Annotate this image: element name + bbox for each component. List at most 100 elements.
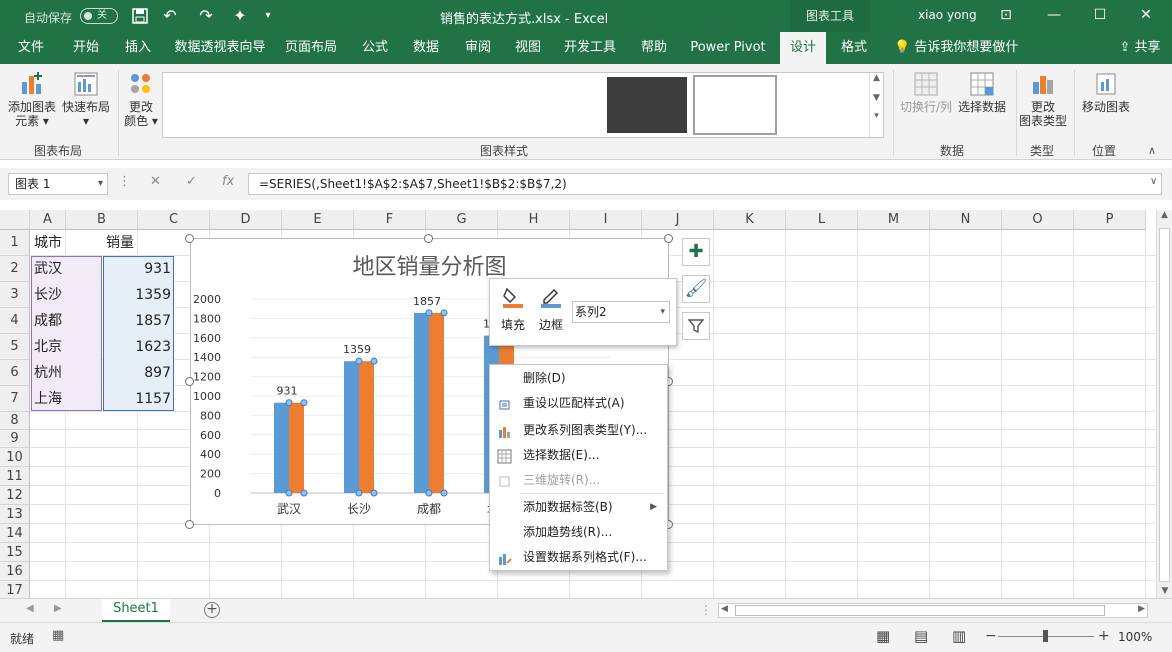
autosave-toggle[interactable]: 关 bbox=[80, 8, 118, 24]
cell-a4[interactable]: 成都 bbox=[31, 308, 102, 334]
insert-function-icon[interactable]: fx bbox=[222, 174, 234, 189]
row-header-16[interactable]: 16 bbox=[0, 562, 30, 581]
tab-data[interactable]: 数据 bbox=[404, 32, 448, 64]
column-header-f[interactable]: F bbox=[354, 210, 426, 230]
quick-layout-button[interactable]: 快速布局 ▾ bbox=[60, 70, 112, 128]
row-header-5[interactable]: 5 bbox=[0, 334, 30, 360]
page-break-view-icon[interactable]: ▥ bbox=[952, 627, 966, 645]
cell-a5[interactable]: 北京 bbox=[31, 334, 102, 360]
save-icon[interactable] bbox=[130, 6, 150, 26]
chart-style-thumb[interactable] bbox=[431, 77, 511, 133]
context-menu-item-delete[interactable]: 删除(D) bbox=[490, 366, 667, 391]
context-menu-item-reset-style[interactable]: 重设以匹配样式(A) bbox=[490, 391, 667, 416]
context-menu-item-select-data[interactable]: 选择数据(E)... bbox=[490, 443, 667, 468]
row-header-7[interactable]: 7 bbox=[0, 386, 30, 412]
zoom-slider-thumb[interactable] bbox=[1043, 630, 1048, 642]
context-menu-item-add-data-labels[interactable]: 添加数据标签(B) ▶ bbox=[490, 495, 667, 520]
select-data-button[interactable]: 选择数据 bbox=[954, 70, 1010, 114]
cell-b7[interactable]: 1157 bbox=[103, 386, 174, 412]
chart-styles-button[interactable]: 🖌 bbox=[682, 275, 710, 303]
cancel-icon[interactable]: ✕ bbox=[150, 174, 161, 189]
scroll-up-icon[interactable]: ▲ bbox=[1157, 210, 1172, 220]
column-header-i[interactable]: I bbox=[570, 210, 642, 230]
zoom-out-icon[interactable]: − bbox=[985, 628, 997, 644]
series2-bar[interactable] bbox=[359, 361, 374, 493]
expand-formula-icon[interactable]: ∨ bbox=[1150, 176, 1157, 187]
gallery-scroll[interactable]: ▲ ▼ ▾ bbox=[869, 73, 883, 137]
context-menu-item-change-series-type[interactable]: 更改系列图表类型(Y)... bbox=[490, 418, 667, 443]
row-header-11[interactable]: 11 bbox=[0, 467, 30, 486]
row-header-4[interactable]: 4 bbox=[0, 308, 30, 334]
cell-b5[interactable]: 1623 bbox=[103, 334, 174, 360]
chart-resize-handle[interactable] bbox=[664, 234, 673, 243]
cell-b6[interactable]: 897 bbox=[103, 360, 174, 386]
series1-bar[interactable] bbox=[274, 402, 289, 493]
tab-home[interactable]: 开始 bbox=[62, 32, 110, 64]
change-colors-button[interactable]: 更改 颜色 ▾ bbox=[120, 70, 162, 128]
change-chart-type-button[interactable]: 更改 图表类型 bbox=[1018, 70, 1068, 128]
scroll-sheet-left-icon[interactable]: ◀ bbox=[26, 603, 34, 614]
tell-me-box[interactable]: 💡 告诉我你想要做什么 bbox=[890, 32, 1026, 87]
sheet-bar-grip-icon[interactable]: ⋮ bbox=[700, 603, 712, 617]
cell-a6[interactable]: 杭州 bbox=[31, 360, 102, 386]
chart-style-thumb-selected[interactable] bbox=[693, 75, 777, 135]
series1-bar[interactable] bbox=[414, 312, 429, 493]
tab-insert[interactable]: 插入 bbox=[116, 32, 160, 64]
tab-view[interactable]: 视图 bbox=[506, 32, 550, 64]
chart-filters-button[interactable] bbox=[682, 312, 710, 340]
user-name[interactable]: xiao yong bbox=[918, 8, 977, 22]
tab-file[interactable]: 文件 bbox=[8, 32, 54, 64]
chart-style-thumb[interactable] bbox=[343, 77, 423, 133]
column-header-e[interactable]: E bbox=[282, 210, 354, 230]
cell-b4[interactable]: 1857 bbox=[103, 308, 174, 334]
enter-icon[interactable]: ✓ bbox=[186, 174, 197, 189]
context-menu-item-format-data-series[interactable]: 设置数据系列格式(F)... bbox=[490, 545, 667, 570]
tab-pivot-wizard[interactable]: 数据透视表向导 bbox=[170, 32, 270, 64]
name-box[interactable]: 图表 1 ▾ bbox=[8, 173, 108, 195]
row-header-2[interactable]: 2 bbox=[0, 256, 30, 282]
column-header-o[interactable]: O bbox=[1002, 210, 1074, 230]
chart-resize-handle[interactable] bbox=[185, 377, 194, 386]
zoom-in-icon[interactable]: + bbox=[1098, 628, 1110, 644]
cell-a1[interactable]: 城市 bbox=[31, 230, 102, 256]
cell-b1[interactable]: 销量 bbox=[103, 230, 174, 256]
cell-a3[interactable]: 长沙 bbox=[31, 282, 102, 308]
vertical-scrollbar[interactable]: ▲ ▼ bbox=[1156, 210, 1172, 598]
column-header-h[interactable]: H bbox=[498, 210, 570, 230]
context-menu-item-add-trendline[interactable]: 添加趋势线(R)... bbox=[490, 520, 667, 545]
tab-developer[interactable]: 开发工具 bbox=[558, 32, 622, 64]
series2-bar[interactable] bbox=[429, 312, 444, 493]
chart-style-thumb[interactable] bbox=[783, 77, 863, 133]
tab-page-layout[interactable]: 页面布局 bbox=[280, 32, 342, 64]
row-header-15[interactable]: 15 bbox=[0, 543, 30, 562]
column-header-n[interactable]: N bbox=[930, 210, 1002, 230]
page-layout-view-icon[interactable]: ▤ bbox=[914, 627, 928, 645]
horizontal-scroll-thumb[interactable] bbox=[735, 605, 1105, 616]
column-header-k[interactable]: K bbox=[714, 210, 786, 230]
macro-recording-icon[interactable]: ▦ bbox=[52, 628, 64, 643]
cell-a7[interactable]: 上海 bbox=[31, 386, 102, 412]
add-chart-element-button[interactable]: 添加图表 元素 ▾ bbox=[6, 70, 58, 128]
chart-style-thumb[interactable] bbox=[519, 77, 599, 133]
cell-a2[interactable]: 武汉 bbox=[31, 256, 102, 282]
row-header-3[interactable]: 3 bbox=[0, 282, 30, 308]
undo-icon[interactable]: ↶ bbox=[160, 6, 180, 26]
row-header-17[interactable]: 17 bbox=[0, 581, 30, 598]
series-select[interactable]: 系列2 ▾ bbox=[572, 301, 670, 323]
cell-b2[interactable]: 931 bbox=[103, 256, 174, 282]
column-header-m[interactable]: M bbox=[858, 210, 930, 230]
formula-input[interactable]: =SERIES(,Sheet1!$A$2:$A$7,Sheet1!$B$2:$B… bbox=[248, 173, 1162, 195]
normal-view-icon[interactable]: ▦ bbox=[876, 627, 890, 645]
close-icon[interactable]: ✕ bbox=[1124, 0, 1168, 32]
row-header-1[interactable]: 1 bbox=[0, 230, 30, 256]
row-header-10[interactable]: 10 bbox=[0, 448, 30, 467]
gallery-more-icon[interactable]: ▾ bbox=[870, 111, 883, 121]
column-header-c[interactable]: C bbox=[138, 210, 210, 230]
column-header-j[interactable]: J bbox=[642, 210, 714, 230]
chart-resize-handle[interactable] bbox=[424, 234, 433, 243]
row-header-9[interactable]: 9 bbox=[0, 430, 30, 448]
switch-row-column-button[interactable]: 切换行/列 bbox=[898, 70, 954, 114]
row-header-14[interactable]: 14 bbox=[0, 524, 30, 543]
column-header-g[interactable]: G bbox=[426, 210, 498, 230]
cell-b3[interactable]: 1359 bbox=[103, 282, 174, 308]
